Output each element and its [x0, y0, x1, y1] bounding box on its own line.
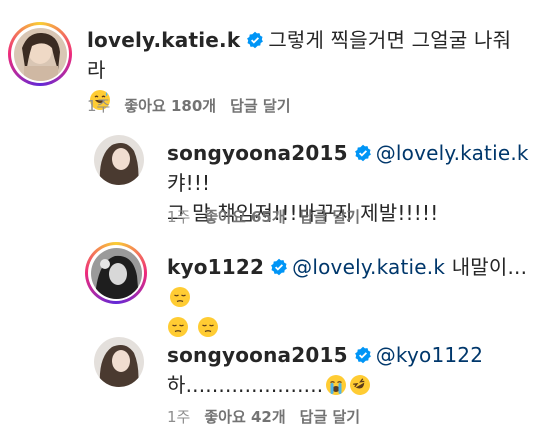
- mention-link[interactable]: @lovely.katie.k: [292, 255, 445, 279]
- reply-button[interactable]: 답글 달기: [230, 97, 290, 115]
- comment-time: 1주: [167, 408, 191, 426]
- pensive-face-icon: [169, 286, 191, 308]
- avatar[interactable]: [85, 242, 147, 304]
- avatar[interactable]: [94, 135, 144, 185]
- mention-link[interactable]: @lovely.katie.k: [376, 141, 529, 165]
- verified-badge-icon: [247, 31, 264, 49]
- comment-text: 캬!!!: [167, 171, 211, 195]
- likes-count[interactable]: 좋아요 180개: [124, 97, 216, 115]
- comment-text: 내말이...: [451, 255, 528, 279]
- username[interactable]: lovely.katie.k: [87, 28, 240, 52]
- comment-text: 하.....................: [167, 373, 324, 397]
- comment-time: 1주: [87, 97, 111, 115]
- avatar[interactable]: [8, 22, 72, 86]
- likes-count[interactable]: 좋아요 42개: [204, 408, 285, 426]
- mention-link[interactable]: @kyo1122: [376, 343, 483, 367]
- reply-button[interactable]: 답글 달기: [300, 208, 360, 226]
- verified-badge-icon: [271, 258, 288, 276]
- rolling-laughing-face-icon: [349, 374, 371, 396]
- verified-badge-icon: [354, 346, 371, 364]
- reply-button[interactable]: 답글 달기: [300, 408, 360, 426]
- pensive-face-icon: [197, 316, 219, 338]
- loudly-crying-face-icon: [325, 374, 347, 396]
- avatar[interactable]: [94, 337, 144, 387]
- pensive-face-icon: [167, 316, 189, 338]
- username[interactable]: kyo1122: [167, 255, 264, 279]
- username[interactable]: songyoona2015: [167, 141, 348, 165]
- likes-count[interactable]: 좋아요 65개: [204, 208, 285, 226]
- comment-time: 1주: [167, 208, 191, 226]
- username[interactable]: songyoona2015: [167, 343, 348, 367]
- verified-badge-icon: [354, 144, 371, 162]
